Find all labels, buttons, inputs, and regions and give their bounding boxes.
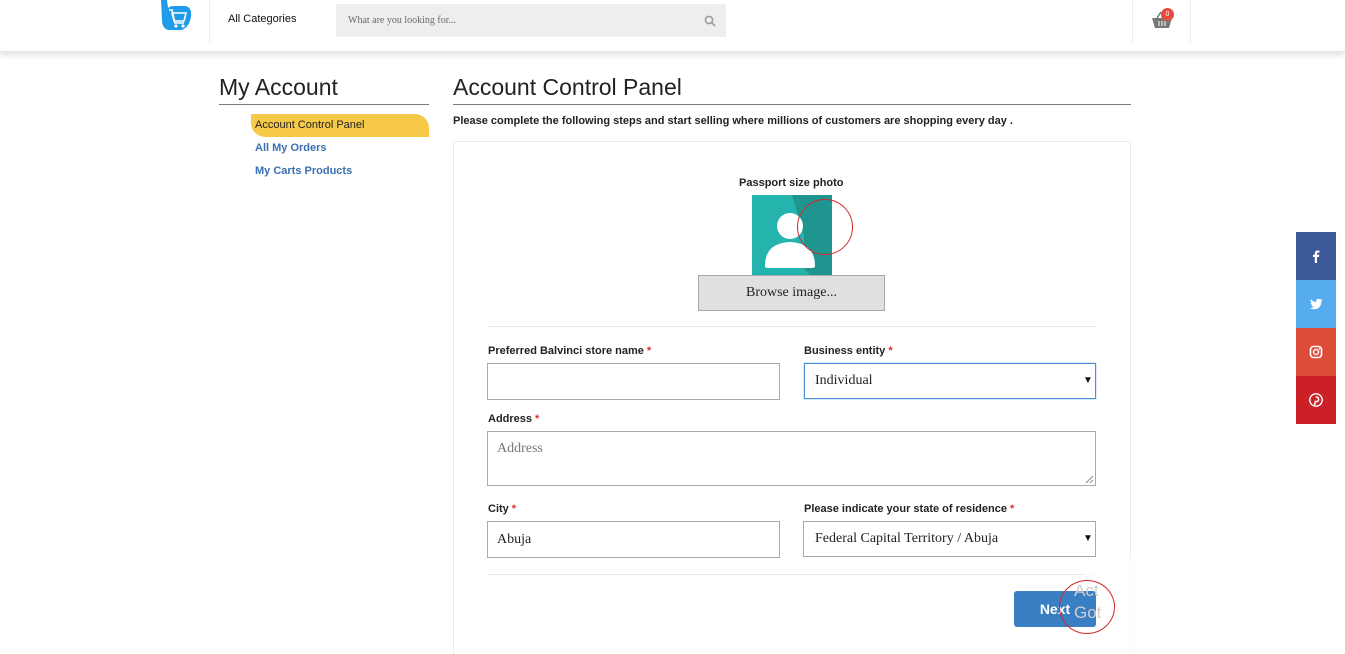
business-entity-label: Business entity * <box>804 345 893 357</box>
twitter-share-button[interactable] <box>1296 280 1336 328</box>
watermark-line: Act <box>1074 581 1099 600</box>
search-input[interactable] <box>336 4 686 37</box>
watermark-line: Got <box>1074 603 1102 622</box>
form-divider <box>487 574 1096 575</box>
activation-watermark: Act Got <box>1074 580 1101 624</box>
sidebar-item-label: All My Orders <box>255 142 327 154</box>
activation-overlay <box>1080 558 1325 654</box>
pinterest-share-button[interactable] <box>1296 376 1336 424</box>
label-text: Please indicate your state of residence <box>804 503 1007 515</box>
header-divider <box>209 0 210 42</box>
sidebar-item-label: My Carts Products <box>255 165 353 177</box>
city-label: City * <box>488 503 516 515</box>
cart-count-badge: 0 <box>1161 8 1174 21</box>
facebook-icon <box>1313 250 1320 263</box>
sidebar-item-my-carts-products[interactable]: My Carts Products <box>251 165 352 177</box>
instagram-icon <box>1309 345 1323 359</box>
required-mark: * <box>888 345 893 357</box>
address-textarea[interactable] <box>487 431 1096 486</box>
state-label: Please indicate your state of residence * <box>804 503 1014 515</box>
sidebar-title: My Account <box>219 74 338 100</box>
avatar-placeholder <box>752 195 832 275</box>
page-subtitle: Please complete the following steps and … <box>453 115 1013 127</box>
sidebar-item-label: Account Control Panel <box>255 119 365 131</box>
page-title: Account Control Panel <box>453 74 682 100</box>
search-bar <box>336 4 726 37</box>
state-select[interactable]: Federal Capital Territory / Abuja <box>803 521 1096 557</box>
required-mark: * <box>511 503 517 515</box>
twitter-icon <box>1309 298 1323 310</box>
select-value: Federal Capital Territory / Abuja <box>815 531 999 546</box>
label-text: Preferred Balvinci store name <box>488 345 644 357</box>
page-title-rule <box>453 104 1131 105</box>
sidebar-item-all-my-orders[interactable]: All My Orders <box>251 142 327 154</box>
label-text: Business entity <box>804 345 886 357</box>
form-divider <box>487 326 1096 327</box>
required-mark: * <box>1009 503 1015 515</box>
sidebar-title-rule <box>219 104 429 105</box>
user-icon <box>765 195 832 275</box>
label-text: Address <box>488 413 533 425</box>
label-text: City <box>488 503 509 515</box>
photo-label: Passport size photo <box>739 177 844 189</box>
header-divider <box>1190 0 1191 42</box>
facebook-share-button[interactable] <box>1296 232 1336 280</box>
sidebar-item-account-control-panel[interactable]: Account Control Panel <box>251 114 429 137</box>
required-mark: * <box>535 413 540 425</box>
address-label: Address * <box>488 413 539 425</box>
business-entity-select[interactable]: Individual <box>804 363 1096 399</box>
logo-icon[interactable] <box>158 0 192 32</box>
browse-image-button[interactable]: Browse image... <box>698 275 885 311</box>
search-icon[interactable] <box>704 15 716 27</box>
select-value: Individual <box>815 373 873 388</box>
store-name-label: Preferred Balvinci store name * <box>488 345 651 357</box>
header-divider <box>1132 0 1133 42</box>
store-name-input[interactable] <box>487 363 780 400</box>
all-categories-menu[interactable]: All Categories <box>228 13 296 25</box>
city-input[interactable] <box>487 521 780 558</box>
pinterest-icon <box>1309 393 1323 407</box>
resize-grip-icon[interactable] <box>1085 475 1094 484</box>
instagram-share-button[interactable] <box>1296 328 1336 376</box>
required-mark: * <box>646 345 652 357</box>
top-header: All Categories 0 <box>0 0 1345 52</box>
